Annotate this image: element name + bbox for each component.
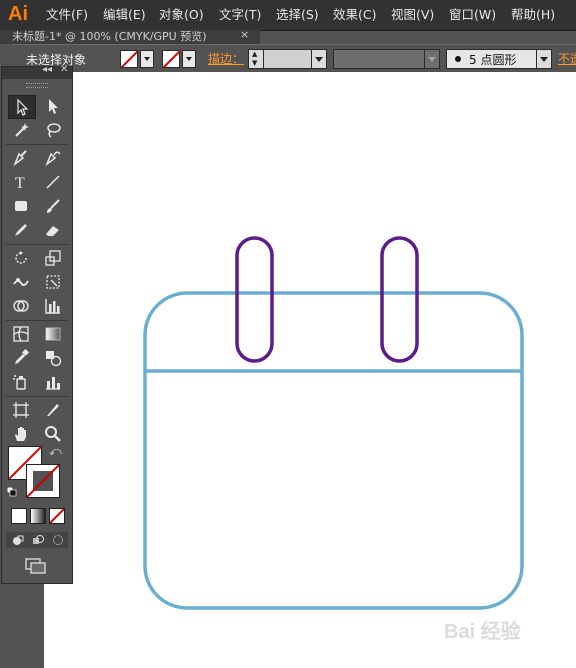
magic-wand-tool-icon[interactable]: [8, 119, 34, 141]
document-tab[interactable]: 未标题-1* @ 100% (CMYK/GPU 预览) ×: [0, 30, 260, 44]
app-logo: Ai: [8, 3, 28, 25]
lasso-tool-icon[interactable]: [40, 119, 66, 141]
tools-separator: [6, 144, 68, 145]
screen-mode-icon[interactable]: [24, 557, 48, 575]
pencil-tool-icon[interactable]: [8, 219, 34, 241]
color-mode-button[interactable]: [11, 508, 27, 524]
menu-select[interactable]: 选择(S): [276, 6, 319, 24]
eraser-tool-icon[interactable]: [40, 219, 66, 241]
column-graph-tool-icon[interactable]: [40, 371, 66, 393]
menu-object[interactable]: 对象(O): [159, 6, 204, 24]
watermark-text: Bai 经验: [444, 619, 521, 643]
hand-tool-icon[interactable]: [8, 423, 34, 445]
tools-separator: [6, 244, 68, 245]
menu-effect[interactable]: 效果(C): [333, 6, 376, 24]
menu-edit[interactable]: 编辑(E): [103, 6, 146, 24]
default-colors-icon[interactable]: [7, 487, 17, 497]
stroke-label[interactable]: 描边：: [208, 50, 244, 67]
tools-panel: ◂◂ ✕ T ⤺: [1, 64, 73, 584]
menu-bar: Ai 文件(F) 编辑(E) 对象(O) 文字(T) 选择(S) 效果(C) 视…: [0, 0, 576, 31]
type-tool-icon[interactable]: T: [8, 171, 34, 193]
zoom-tool-icon[interactable]: [40, 423, 66, 445]
gradient-tool-icon[interactable]: [40, 323, 66, 345]
draw-inside-icon[interactable]: [50, 533, 66, 547]
tools-separator: [6, 396, 68, 397]
collapse-panel-icon[interactable]: ◂◂: [42, 64, 52, 75]
menu-window[interactable]: 窗口(W): [449, 6, 496, 24]
none-mode-button[interactable]: [49, 508, 65, 524]
opacity-label[interactable]: 不透: [558, 50, 576, 67]
fill-dropdown-icon[interactable]: [140, 50, 154, 68]
gradient-mode-button[interactable]: [30, 508, 46, 524]
stroke-weight-stepper[interactable]: ▲ ▼: [248, 49, 264, 69]
rotate-tool-icon[interactable]: [8, 247, 34, 269]
draw-normal-icon[interactable]: [10, 533, 26, 547]
tools-panel-header[interactable]: ◂◂ ✕: [2, 64, 72, 79]
menu-view[interactable]: 视图(V): [391, 6, 434, 24]
svg-text:T: T: [15, 175, 25, 192]
stroke-weight-input[interactable]: [263, 49, 313, 69]
tools-separator: [6, 320, 68, 321]
panel-grip-icon[interactable]: [26, 83, 48, 88]
symbol-sprayer-tool-icon[interactable]: [8, 371, 34, 393]
pen-tool-icon[interactable]: [8, 147, 34, 169]
stroke-dropdown-icon[interactable]: [182, 50, 196, 68]
swap-fill-stroke-icon[interactable]: ⤺: [49, 444, 62, 459]
draw-mode-row: [6, 532, 68, 548]
calendar-ring-left[interactable]: [235, 236, 274, 363]
rectangle-tool-icon[interactable]: [8, 195, 34, 217]
mesh-tool-icon[interactable]: [8, 323, 34, 345]
graph-tool-icon[interactable]: [40, 295, 66, 317]
warp-tool-icon[interactable]: [8, 271, 34, 293]
none-slash-icon: [50, 509, 64, 523]
direct-selection-tool-icon[interactable]: [40, 95, 66, 117]
brush-name: 点圆形: [480, 53, 517, 67]
eyedropper-tool-icon[interactable]: [8, 347, 34, 369]
document-tab-close-icon[interactable]: ×: [240, 30, 249, 41]
stroke-weight-dropdown-icon[interactable]: [311, 49, 327, 69]
watermark-logo: Bai 经验: [444, 619, 521, 643]
brush-definition-select[interactable]: 5 点圆形: [446, 49, 538, 69]
menu-help[interactable]: 帮助(H): [511, 6, 555, 24]
close-panel-icon[interactable]: ✕: [60, 64, 68, 75]
free-transform-tool-icon[interactable]: [40, 271, 66, 293]
selection-tool-icon[interactable]: [8, 95, 36, 119]
fill-color-swatch[interactable]: [120, 50, 138, 68]
stroke-color-swatch[interactable]: [162, 50, 180, 68]
blend-tool-icon[interactable]: [40, 347, 66, 369]
document-tab-title[interactable]: 未标题-1* @ 100% (CMYK/GPU 预览): [12, 30, 207, 44]
brush-dot-icon: [455, 56, 461, 62]
menu-type[interactable]: 文字(T): [219, 6, 261, 24]
calendar-body[interactable]: [143, 291, 524, 610]
brush-dropdown-icon[interactable]: [536, 49, 552, 69]
calendar-ring-right[interactable]: [380, 236, 419, 363]
brush-size-value: 5: [469, 53, 477, 67]
shape-builder-tool-icon[interactable]: [8, 295, 34, 317]
slice-tool-icon[interactable]: [40, 399, 66, 421]
scale-tool-icon[interactable]: [40, 247, 66, 269]
profile-dropdown-icon[interactable]: [424, 49, 440, 69]
line-segment-tool-icon[interactable]: [40, 171, 66, 193]
draw-behind-icon[interactable]: [30, 533, 46, 547]
control-bar: 未选择对象 描边： ▲▼ 5 点圆形 不透: [12, 44, 576, 74]
menu-file[interactable]: 文件(F): [46, 6, 88, 24]
calendar-drawing[interactable]: Bai 经验: [44, 72, 576, 668]
stroke-swatch[interactable]: [26, 464, 60, 498]
artboard-tool-icon[interactable]: [8, 399, 34, 421]
paintbrush-tool-icon[interactable]: [40, 195, 66, 217]
curvature-tool-icon[interactable]: [40, 147, 66, 169]
